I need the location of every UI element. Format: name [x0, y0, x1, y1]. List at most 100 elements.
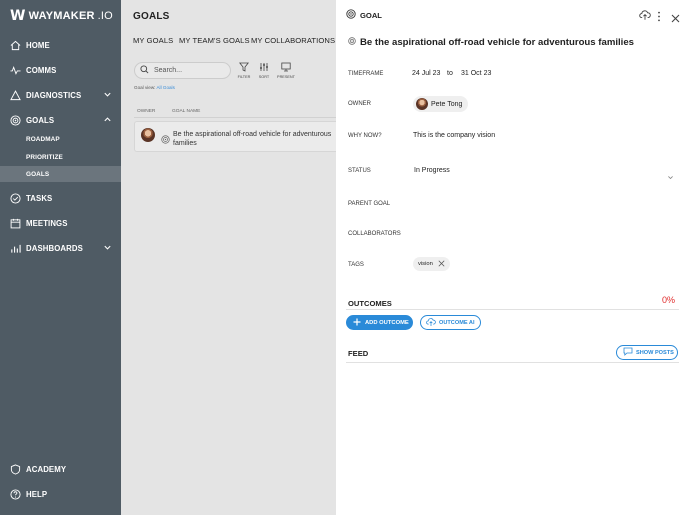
monitor-icon	[281, 62, 291, 73]
goal-name: Be the aspirational off-road vehicle for…	[173, 131, 332, 147]
show-posts-button[interactable]: SHOW POSTS	[616, 345, 678, 360]
target-icon	[346, 9, 356, 21]
calendar-icon	[10, 218, 21, 229]
sidebar-item-goals-sub[interactable]: GOALS	[0, 166, 121, 182]
outcome-ai-label: OUTCOME AI	[439, 319, 475, 326]
start-date[interactable]: 24 Jul 23	[412, 70, 440, 77]
sidebar-item-help[interactable]: HELP	[0, 483, 121, 505]
shield-icon	[10, 463, 21, 475]
sidebar-item-label: GOALS	[26, 170, 50, 178]
panel-header-label: GOAL	[360, 10, 382, 20]
add-outcome-button[interactable]: ADD OUTCOME	[346, 315, 413, 330]
sidebar-item-goals[interactable]: GOALS	[0, 109, 121, 131]
warning-icon	[10, 89, 21, 101]
help-icon	[10, 488, 21, 500]
sidebar-item-meetings[interactable]: MEETINGS	[0, 212, 121, 234]
logo-suffix: .IO	[97, 10, 113, 22]
sidebar-item-label: TASKS	[26, 193, 53, 203]
target-icon	[10, 114, 21, 126]
sidebar-item-academy[interactable]: ACADEMY	[0, 458, 121, 480]
outcomes-progress: 0%	[661, 295, 675, 305]
goal-view-link[interactable]: All Goals	[156, 85, 174, 90]
sidebar-item-dashboards[interactable]: DASHBOARDS	[0, 237, 121, 259]
sidebar-item-label: COMMS	[26, 65, 57, 75]
sidebar-item-label: ROADMAP	[26, 135, 60, 143]
show-posts-label: SHOW POSTS	[636, 349, 674, 356]
column-goal-name[interactable]: GOAL NAME	[172, 109, 200, 114]
parent-goal-label: PARENT GOAL	[348, 201, 391, 207]
check-circle-icon	[10, 192, 21, 204]
owner-label: OWNER	[348, 101, 371, 107]
collaborators-label: COLLABORATORS	[348, 231, 401, 237]
divider	[346, 309, 679, 310]
sort-button[interactable]: SORT	[252, 62, 276, 79]
waymaker-mark-icon: W	[10, 8, 26, 24]
tab-my-teams-goals[interactable]: MY TEAM'S GOALS	[179, 36, 250, 45]
owner-chip[interactable]: Pete Tong	[413, 96, 469, 112]
tags-label: TAGS	[348, 262, 364, 268]
avatar	[141, 128, 155, 142]
goal-view-label: Goal view:	[134, 85, 156, 90]
avatar	[416, 98, 428, 110]
present-button[interactable]: PRESENT	[274, 62, 298, 79]
goal-view-selector[interactable]: Goal view: All Goals	[134, 85, 175, 90]
page-title: GOALS	[133, 11, 170, 22]
sidebar-item-comms[interactable]: COMMS	[0, 59, 121, 81]
filter-icon	[238, 62, 250, 73]
tab-my-goals[interactable]: MY GOALS	[133, 36, 173, 45]
sidebar-item-label: PRIORITIZE	[26, 153, 63, 161]
sort-icon	[259, 62, 269, 73]
sidebar-item-diagnostics[interactable]: DIAGNOSTICS	[0, 84, 121, 106]
sidebar-item-label: ACADEMY	[26, 464, 67, 474]
outcome-ai-button[interactable]: OUTCOME AI	[420, 315, 481, 330]
feed-heading: FEED	[348, 349, 369, 358]
target-icon	[161, 131, 170, 149]
status-label: STATUS	[348, 168, 371, 174]
chevron-down-icon[interactable]	[103, 90, 112, 101]
panel-header: GOAL	[346, 9, 382, 21]
date-separator: to	[447, 70, 453, 77]
search-placeholder: Search...	[154, 67, 183, 74]
close-icon[interactable]	[438, 260, 445, 269]
cloud-upload-icon	[426, 317, 436, 329]
search-input[interactable]: Search...	[134, 62, 231, 79]
waymaker-logo[interactable]: W WAYMAKER .IO	[10, 8, 113, 24]
chevron-down-icon[interactable]	[103, 243, 112, 254]
search-icon	[140, 65, 149, 76]
goal-title[interactable]: Be the aspirational off-road vehicle for…	[348, 37, 634, 48]
cloud-upload-icon[interactable]	[639, 8, 651, 26]
end-date[interactable]: 31 Oct 23	[461, 70, 491, 77]
add-outcome-label: ADD OUTCOME	[365, 319, 409, 326]
plus-icon	[353, 318, 361, 328]
more-vertical-icon[interactable]	[656, 9, 662, 27]
table-row[interactable]: Be the aspirational off-road vehicle for…	[134, 121, 336, 152]
sidebar-item-label: HOME	[26, 40, 50, 50]
logo-text: WAYMAKER	[28, 10, 95, 22]
close-icon[interactable]	[671, 10, 680, 28]
sort-label: SORT	[258, 75, 270, 79]
sidebar-item-home[interactable]: HOME	[0, 34, 121, 56]
column-owner[interactable]: OWNER	[137, 109, 155, 114]
tab-my-collaborations[interactable]: MY COLLABORATIONS	[251, 36, 335, 45]
present-label: PRESENT	[277, 75, 295, 79]
sidebar-item-roadmap[interactable]: ROADMAP	[0, 130, 121, 148]
comment-icon	[623, 347, 633, 358]
filter-label: FILTER	[237, 75, 251, 79]
sidebar-item-label: MEETINGS	[26, 218, 68, 228]
timeframe-label: TIMEFRAME	[348, 71, 384, 77]
goal-detail-panel	[336, 0, 688, 515]
tag-label: vision	[418, 261, 433, 267]
tag-chip[interactable]: vision	[413, 257, 450, 271]
sidebar-item-tasks[interactable]: TASKS	[0, 187, 121, 209]
sidebar-item-label: HELP	[26, 489, 48, 499]
divider	[134, 117, 336, 118]
chevron-up-icon[interactable]	[103, 115, 112, 126]
why-now-value[interactable]: This is the company vision	[413, 132, 495, 139]
target-icon	[348, 37, 356, 48]
sidebar-item-prioritize[interactable]: PRIORITIZE	[0, 148, 121, 166]
status-select[interactable]: In Progress	[414, 167, 450, 174]
sidebar-item-label: DIAGNOSTICS	[26, 90, 82, 100]
divider	[346, 362, 679, 363]
chevron-down-icon[interactable]	[667, 168, 674, 186]
why-now-label: WHY NOW?	[348, 133, 382, 139]
